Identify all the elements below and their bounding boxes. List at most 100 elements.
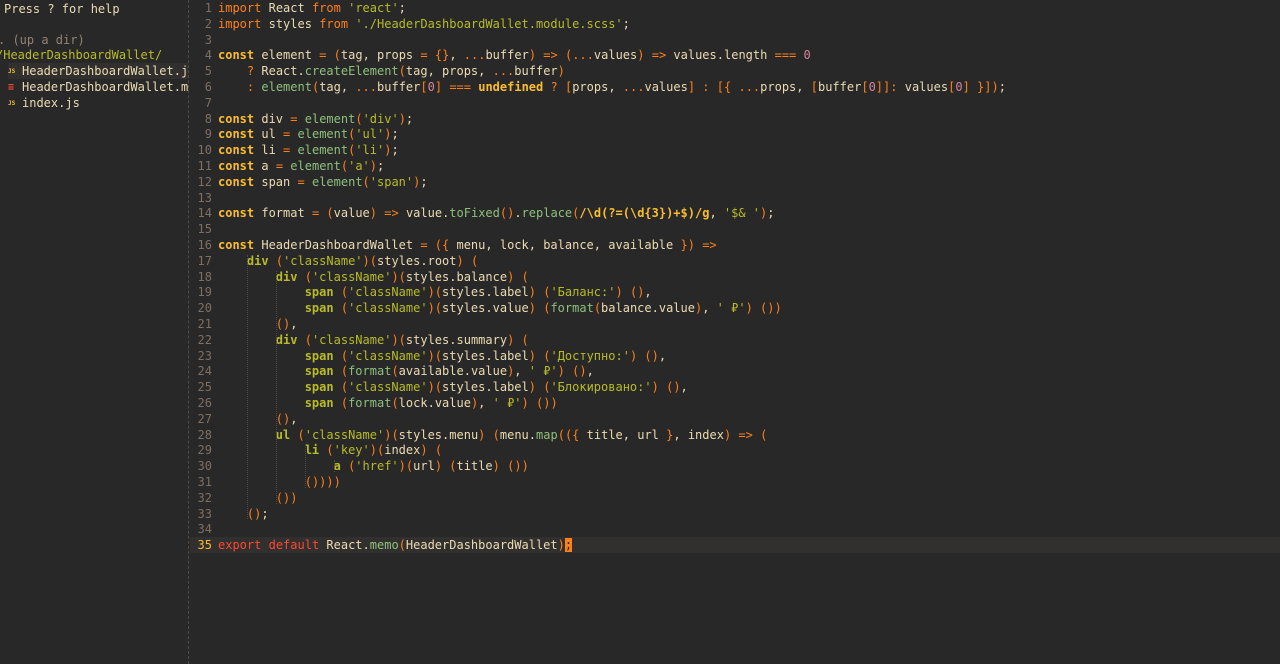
code-line[interactable]: 26 span (format(lock.value), ' ₽') ()) (190, 395, 1280, 411)
code-line[interactable]: 34 (190, 521, 1280, 537)
line-number: 10 (197, 143, 212, 158)
cursor: ; (564, 538, 573, 553)
code-text: const HeaderDashboardWallet = ({ menu, l… (218, 238, 717, 252)
code-line[interactable]: 3 (190, 32, 1280, 48)
code-line[interactable]: 4 const element = (tag, props = {}, ...bu… (190, 47, 1280, 63)
code-text: ()))) (304, 475, 341, 489)
code-line[interactable]: 33 (); (190, 506, 1280, 522)
code-text: ul ('className')(styles.menu) (menu.map(… (275, 427, 768, 442)
code-line[interactable]: 15 (190, 221, 1280, 237)
file-name: index.js (22, 96, 80, 110)
code-line[interactable]: 6 : element(tag, ...buffer[0] === undefi… (190, 79, 1280, 95)
code-line[interactable]: 29 li ('key')(index) ( (190, 442, 1280, 458)
code-text: export default React.memo(HeaderDashboar… (218, 538, 573, 553)
code-text: const ul = element('ul'); (218, 127, 399, 142)
code-line[interactable]: 10 const li = element('li'); (190, 142, 1280, 158)
code-line[interactable]: 27 (), (190, 411, 1280, 427)
code-line[interactable]: 32 ()) (190, 490, 1280, 506)
line-number: 18 (197, 269, 212, 284)
line-number: 13 (197, 190, 212, 205)
vim-window: Press ? for help . (up a dir) /HeaderDas… (0, 0, 1280, 664)
stylesheet-file-icon: ≡ (8, 81, 15, 93)
code-text: const div = element('div'); (218, 111, 414, 126)
code-line[interactable]: 12 const span = element('span'); (190, 174, 1280, 190)
code-text: span ('className')(styles.label) ('Балан… (304, 285, 652, 300)
code-line[interactable]: 30 a ('href')(url) (title) ()) (190, 458, 1280, 474)
indent-guide (333, 460, 335, 472)
code-line[interactable]: 8 const div = element('div'); (190, 111, 1280, 127)
line-number: 12 (197, 174, 212, 189)
indent-guide (246, 254, 248, 520)
line-number: 16 (197, 238, 212, 252)
code-line[interactable]: 35 export default React.memo(HeaderDashbo… (190, 537, 1280, 554)
line-number: 22 (197, 332, 212, 347)
line-number: 33 (197, 506, 212, 521)
code-line[interactable]: 11 const a = element('a'); (190, 158, 1280, 174)
code-text: div ('className')(styles.root) ( (246, 253, 479, 268)
line-number: 9 (204, 127, 212, 142)
line-number: 4 (204, 48, 212, 63)
code-text: (), (275, 411, 298, 426)
line-number: 8 (204, 111, 212, 126)
code-text: span ('className')(styles.value) (format… (304, 301, 782, 316)
code-text: const span = element('span'); (218, 174, 428, 189)
line-number: 29 (197, 443, 212, 458)
code-text: import styles from './HeaderDashboardWal… (218, 16, 630, 31)
file-item[interactable]: JS index.js (8, 95, 80, 111)
help-hint: Press ? for help (4, 2, 120, 16)
code-line[interactable]: 28 ul ('className')(styles.menu) (menu.m… (190, 427, 1280, 443)
code-text: (), (275, 317, 298, 331)
line-number: 23 (197, 348, 212, 363)
line-number: 25 (197, 380, 212, 395)
code-line[interactable]: 23 span ('className')(styles.label) ('До… (190, 348, 1280, 364)
code-text: (); (246, 506, 269, 521)
code-line[interactable]: 19 span ('className')(styles.label) ('Ба… (190, 284, 1280, 300)
file-name: HeaderDashboardWallet.modu (22, 80, 188, 94)
code-text: a ('href')(url) (title) ()) (333, 459, 529, 474)
code-line[interactable]: 2 import styles from './HeaderDashboardWa… (190, 16, 1280, 32)
code-text: const li = element('li'); (218, 143, 399, 158)
nerdtree-sidebar: Press ? for help . (up a dir) /HeaderDas… (0, 0, 188, 664)
line-number: 5 (204, 64, 212, 79)
code-line[interactable]: 21 (), (190, 316, 1280, 332)
code-line[interactable]: 18 div ('className')(styles.balance) ( (190, 269, 1280, 285)
line-number: 28 (197, 427, 212, 442)
up-dir-link[interactable]: . (up a dir) (0, 33, 85, 47)
code-text: ()) (275, 490, 298, 505)
code-line[interactable]: 17 div ('className')(styles.root) ( (190, 253, 1280, 269)
current-dir[interactable]: /HeaderDashboardWallet/ (0, 48, 162, 62)
code-line[interactable]: 9 const ul = element('ul'); (190, 126, 1280, 142)
line-number: 26 (197, 396, 212, 410)
file-item[interactable]: JS HeaderDashboardWallet.js (8, 63, 188, 79)
code-line[interactable]: 22 div ('className')(styles.summary) ( (190, 332, 1280, 348)
code-line[interactable]: 14 const format = (value) => value.toFixe… (190, 205, 1280, 221)
line-number: 2 (204, 16, 212, 31)
line-number: 30 (197, 459, 212, 474)
code-text: div ('className')(styles.balance) ( (275, 269, 529, 284)
line-number: 27 (197, 411, 212, 426)
line-number: 20 (197, 301, 212, 316)
code-text: span (format(lock.value), ' ₽') ()) (304, 396, 558, 410)
code-line[interactable]: 20 span ('className')(styles.value) (for… (190, 300, 1280, 316)
code-line[interactable]: 25 span ('className')(styles.label) ('Бл… (190, 379, 1280, 395)
line-number: 7 (204, 95, 212, 110)
code-text: span ('className')(styles.label) ('Досту… (304, 348, 667, 363)
code-text: : element(tag, ...buffer[0] === undefine… (246, 80, 1006, 94)
code-line[interactable]: 31 ()))) (190, 474, 1280, 490)
line-number: 24 (197, 364, 212, 379)
line-number: 31 (197, 475, 212, 489)
line-number: 15 (197, 222, 212, 237)
code-text: div ('className')(styles.summary) ( (275, 332, 529, 347)
code-line[interactable]: 16 const HeaderDashboardWallet = ({ menu,… (190, 237, 1280, 253)
line-number: 3 (204, 32, 212, 47)
line-number: 19 (197, 285, 212, 300)
file-item[interactable]: ≡ HeaderDashboardWallet.modu (8, 79, 188, 95)
code-line[interactable]: 5 ? React.createElement(tag, props, ...b… (190, 63, 1280, 79)
line-number: 35 (197, 538, 212, 553)
code-text: span (format(available.value), ' ₽') (), (304, 364, 594, 379)
code-line[interactable]: 13 (190, 190, 1280, 206)
code-editor[interactable]: 1 import React from 'react'; 2 import style… (190, 0, 1280, 664)
code-line[interactable]: 7 (190, 95, 1280, 111)
code-line[interactable]: 24 span (format(available.value), ' ₽') … (190, 363, 1280, 379)
code-line[interactable]: 1 import React from 'react'; (190, 0, 1280, 16)
